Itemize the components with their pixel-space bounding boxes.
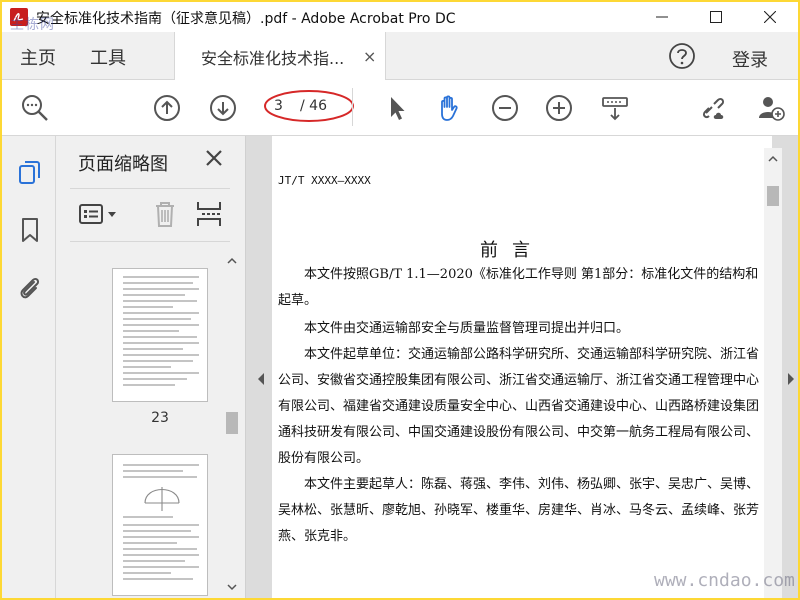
site-watermark: www.cndao.com: [654, 570, 795, 591]
section-heading: 前言: [480, 240, 544, 261]
tools-menu[interactable]: 工具: [90, 44, 126, 70]
chevron-down-icon[interactable]: [227, 582, 237, 592]
title-bar: 安全标准化技术指南（征求意见稿）.pdf - Adobe Acrobat Pro…: [2, 2, 798, 33]
login-button[interactable]: 登录: [732, 46, 768, 72]
acrobat-window: 安全标准化技术指南（征求意见稿）.pdf - Adobe Acrobat Pro…: [2, 2, 798, 598]
previous-page-icon[interactable]: [152, 93, 182, 123]
toolbar-divider: [352, 88, 353, 126]
zoom-out-icon[interactable]: [490, 93, 520, 123]
toolbar: 3 / 46: [2, 80, 798, 136]
link-cloud-icon[interactable]: [700, 93, 730, 123]
page-thumbnail[interactable]: [112, 454, 208, 596]
minimize-icon: [656, 16, 668, 18]
attachments-icon[interactable]: [16, 274, 44, 302]
close-window-button[interactable]: [742, 2, 798, 32]
panel-close-icon[interactable]: [204, 148, 224, 168]
home-menu[interactable]: 主页: [20, 44, 56, 70]
page-thumbnails-icon[interactable]: [16, 158, 44, 186]
insert-page-icon[interactable]: [194, 199, 224, 229]
panel-title: 页面缩略图: [78, 154, 168, 175]
page-number-box[interactable]: 3 / 46: [264, 90, 354, 122]
tab-close-icon[interactable]: ×: [363, 47, 376, 66]
document-paragraph: 本文件主要起草人：陈磊、蒋强、李伟、刘伟、杨弘卿、张宇、吴忠广、吴博、吴林松、张…: [278, 477, 760, 544]
left-navigation-rail: [2, 136, 56, 598]
maximize-button[interactable]: [688, 2, 744, 32]
page-thumbnails-panel: 页面缩略图 23: [56, 136, 246, 598]
chevron-up-icon[interactable]: [227, 256, 237, 266]
standard-number: JT/T XXXX—XXXX: [278, 174, 371, 187]
menu-bar: 主页 工具 安全标准化技术指... × 登录: [2, 32, 798, 80]
thumbnail-options-icon[interactable]: [78, 199, 122, 229]
scroll-mode-icon[interactable]: [600, 93, 630, 123]
help-icon[interactable]: [668, 42, 696, 70]
panel-scrollbar[interactable]: [224, 252, 240, 598]
document-paragraph: 本文件起草单位：交通运输部公路科学研究所、交通运输部科学研究院、浙江省公司、安徽…: [278, 347, 760, 466]
close-icon: [764, 11, 776, 23]
document-scrollbar[interactable]: [764, 148, 782, 598]
document-scroll-thumb[interactable]: [767, 186, 779, 206]
chevron-up-icon[interactable]: [768, 154, 778, 164]
thumbnail-preview: [123, 464, 199, 580]
thumbnail-page-number: 23: [151, 410, 169, 426]
document-tab[interactable]: 安全标准化技术指... ×: [174, 32, 386, 80]
pdf-page: JT/T XXXX—XXXX 前言 本文件按照GB/T 1.1—2020《标准化…: [272, 136, 772, 598]
thumbnail-preview: [123, 276, 199, 386]
minimize-button[interactable]: [634, 2, 690, 32]
zoom-in-icon[interactable]: [544, 93, 574, 123]
select-arrow-icon[interactable]: [382, 93, 412, 123]
collapse-left-panel-icon[interactable]: [256, 372, 266, 386]
page-thumbnail[interactable]: [112, 268, 208, 402]
document-paragraph: 本文件由交通运输部安全与质量监督管理司提出并归口。: [304, 321, 630, 336]
current-page-input[interactable]: 3: [274, 98, 283, 114]
add-user-icon[interactable]: [756, 93, 786, 123]
document-tab-label: 安全标准化技术指...: [201, 49, 345, 68]
total-pages: / 46: [300, 98, 327, 114]
expand-right-panel-icon[interactable]: [786, 372, 796, 386]
panel-scroll-thumb[interactable]: [226, 412, 238, 434]
window-title: 安全标准化技术指南（征求意见稿）.pdf - Adobe Acrobat Pro…: [36, 11, 456, 27]
corner-watermark: 主栋网: [10, 17, 55, 33]
delete-page-icon[interactable]: [150, 199, 180, 229]
zoom-search-icon[interactable]: [20, 93, 50, 123]
document-viewport[interactable]: JT/T XXXX—XXXX 前言 本文件按照GB/T 1.1—2020《标准化…: [246, 136, 798, 598]
next-page-icon[interactable]: [208, 93, 238, 123]
maximize-icon: [710, 11, 722, 23]
document-paragraph: 本文件按照GB/T 1.1—2020《标准化工作导则 第1部分：标准化文件的结构…: [278, 267, 759, 308]
hand-tool-icon[interactable]: [434, 93, 464, 123]
panel-toolbar: [70, 188, 230, 242]
bookmarks-icon[interactable]: [16, 216, 44, 244]
